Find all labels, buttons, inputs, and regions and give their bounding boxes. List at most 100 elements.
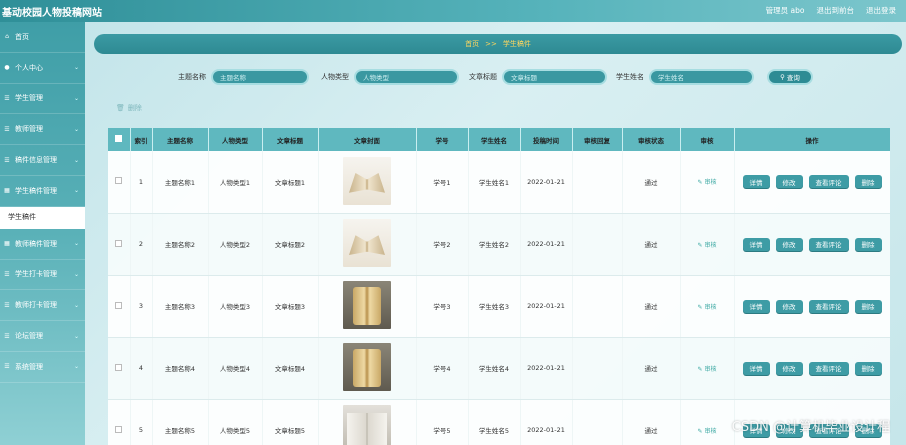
breadcrumb-home[interactable]: 首页 bbox=[465, 39, 479, 49]
edit-button[interactable]: 修改 bbox=[775, 361, 803, 375]
table-row: 4 主题名称4 人物类型4 文章标题4 学号4 学生姓名4 2022-01-21 通过 ✎ 审核… bbox=[108, 337, 890, 400]
chevron-down-icon: ⌄ bbox=[73, 332, 79, 340]
cell-theme: 主题名称4 bbox=[152, 337, 209, 400]
cell-name: 学生姓名1 bbox=[468, 151, 521, 214]
view-comments-button[interactable]: 查看评论 bbox=[808, 175, 849, 189]
actions-cell: 详情 修改 查看评论 删除 bbox=[734, 151, 890, 214]
sidebar-item-label: 论坛管理 bbox=[15, 332, 43, 341]
audit-label: 审核 bbox=[704, 427, 717, 435]
student-name-input[interactable]: 学生姓名 bbox=[649, 69, 754, 85]
column-header-11: 操作 bbox=[734, 128, 890, 151]
home-icon: ⌂ bbox=[5, 33, 9, 41]
sidebar-item-9[interactable]: ☰ 教师打卡管理 ⌄ bbox=[0, 290, 85, 322]
row-checkbox[interactable] bbox=[115, 363, 123, 371]
cell-type: 人物类型5 bbox=[208, 399, 263, 445]
breadcrumb-separator: >> bbox=[485, 40, 497, 48]
row-checkbox[interactable] bbox=[115, 177, 123, 185]
edit-button[interactable]: 修改 bbox=[775, 237, 803, 251]
column-header-1: 主题名称 bbox=[152, 128, 209, 151]
sidebar-item-4[interactable]: ☰ 稿件信息管理 ⌄ bbox=[0, 145, 85, 176]
sidebar-item-10[interactable]: ☰ 论坛管理 ⌄ bbox=[0, 321, 85, 352]
delete-button[interactable]: 删除 bbox=[854, 237, 882, 251]
edit-button[interactable]: 修改 bbox=[775, 299, 803, 313]
audit-cell: ✎ 审核 bbox=[680, 399, 735, 445]
sidebar-item-1[interactable]: ● 个人中心 ⌄ bbox=[0, 53, 85, 84]
article-cover-image bbox=[343, 156, 391, 205]
title-input[interactable]: 文章标题 bbox=[502, 69, 607, 85]
view-comments-button[interactable]: 查看评论 bbox=[808, 237, 849, 251]
cover-cell bbox=[318, 275, 417, 338]
audit-link[interactable]: ✎ 审核 bbox=[698, 242, 717, 249]
batch-delete-button[interactable]: 🗑 删除 bbox=[116, 103, 142, 113]
article-cover-image bbox=[343, 343, 391, 391]
select-all-checkbox[interactable] bbox=[115, 135, 123, 142]
chevron-down-icon: ⌄ bbox=[73, 270, 79, 278]
row-select-cell[interactable] bbox=[108, 213, 131, 276]
delete-button[interactable]: 删除 bbox=[854, 361, 882, 375]
cell-theme: 主题名称1 bbox=[152, 151, 209, 214]
sidebar-item-label: 教师稿件管理 bbox=[15, 239, 57, 248]
audit-label: 审核 bbox=[704, 241, 717, 249]
audit-label: 审核 bbox=[704, 179, 717, 187]
detail-button[interactable]: 详情 bbox=[742, 237, 770, 251]
chevron-down-icon: ⌄ bbox=[73, 156, 79, 164]
row-checkbox[interactable] bbox=[115, 239, 123, 247]
logout-link[interactable]: 退出登录 bbox=[866, 5, 896, 16]
theme-input[interactable]: 主题名称 bbox=[211, 69, 309, 85]
list-icon: ☰ bbox=[4, 125, 10, 133]
row-select-cell[interactable] bbox=[108, 151, 131, 214]
view-comments-button[interactable]: 查看评论 bbox=[808, 299, 849, 313]
sidebar-subitem-6[interactable]: 学生稿件 bbox=[0, 206, 85, 229]
sidebar-item-11[interactable]: ☰ 系统管理 ⌄ bbox=[0, 352, 85, 383]
delete-button[interactable]: 删除 bbox=[854, 299, 882, 313]
actions-group: 详情 修改 查看评论 删除 bbox=[735, 361, 890, 375]
cell-time: 2022-01-21 bbox=[520, 151, 573, 214]
cell-name: 学生姓名3 bbox=[468, 275, 521, 338]
column-header-5: 学号 bbox=[416, 128, 469, 151]
audit-link[interactable]: ✎ 审核 bbox=[698, 366, 717, 373]
detail-button[interactable]: 详情 bbox=[742, 299, 770, 313]
row-select-cell[interactable] bbox=[108, 337, 131, 400]
row-select-cell[interactable] bbox=[108, 275, 131, 338]
cell-theme: 主题名称3 bbox=[152, 275, 209, 338]
sidebar-item-2[interactable]: ☰ 学生管理 ⌄ bbox=[0, 84, 85, 115]
batch-delete-label: 删除 bbox=[127, 104, 142, 112]
type-input[interactable]: 人物类型 bbox=[354, 69, 459, 85]
detail-button[interactable]: 详情 bbox=[742, 361, 770, 375]
table-row: 2 主题名称2 人物类型2 文章标题2 学号2 学生姓名2 2022-01-21 通过 ✎ 审核… bbox=[108, 213, 890, 276]
sidebar-item-7[interactable]: ▦ 教师稿件管理 ⌄ bbox=[0, 229, 85, 260]
list-icon: ☰ bbox=[4, 94, 10, 102]
sidebar-item-label: 系统管理 bbox=[15, 362, 43, 371]
detail-button[interactable]: 详情 bbox=[742, 175, 770, 189]
admin-label: 管理员 abo bbox=[765, 6, 805, 15]
edit-button[interactable]: 修改 bbox=[775, 175, 803, 189]
search-button[interactable]: ⚲ 查询 bbox=[767, 69, 813, 85]
sidebar-item-0[interactable]: ⌂ 首页 bbox=[0, 22, 85, 53]
audit-link[interactable]: ✎ 审核 bbox=[698, 428, 717, 435]
breadcrumb-current: 学生稿件 bbox=[502, 40, 531, 48]
list-icon: ☰ bbox=[4, 270, 10, 278]
sidebar-item-label: 学生稿件 bbox=[8, 213, 36, 222]
cell-type: 人物类型4 bbox=[208, 337, 263, 400]
list-icon: ☰ bbox=[4, 332, 10, 340]
select-all-header[interactable] bbox=[108, 128, 131, 151]
sidebar-item-5[interactable]: ▦ 学生稿件管理 ⌄ bbox=[0, 176, 85, 207]
actions-group: 详情 修改 查看评论 删除 bbox=[735, 237, 890, 251]
view-comments-button[interactable]: 查看评论 bbox=[808, 361, 849, 375]
audit-link[interactable]: ✎ 审核 bbox=[698, 304, 717, 311]
sidebar-item-8[interactable]: ☰ 学生打卡管理 ⌄ bbox=[0, 260, 85, 291]
cell-name: 学生姓名5 bbox=[468, 399, 521, 445]
back-to-front-link[interactable]: 退出到前台 bbox=[817, 5, 855, 16]
list-icon: ☰ bbox=[4, 156, 10, 164]
delete-button[interactable]: 删除 bbox=[854, 175, 882, 189]
row-checkbox[interactable] bbox=[115, 301, 123, 309]
row-select-cell[interactable] bbox=[108, 399, 131, 445]
sidebar-item-label: 首页 bbox=[15, 32, 29, 41]
cell-type: 人物类型1 bbox=[208, 151, 263, 214]
sidebar-item-3[interactable]: ☰ 教师管理 ⌄ bbox=[0, 114, 85, 146]
audit-link[interactable]: ✎ 审核 bbox=[698, 179, 717, 186]
row-checkbox[interactable] bbox=[115, 425, 123, 433]
cell-student_no: 学号2 bbox=[416, 213, 469, 276]
cell-reply bbox=[572, 337, 623, 400]
cell-student_no: 学号1 bbox=[416, 151, 469, 214]
